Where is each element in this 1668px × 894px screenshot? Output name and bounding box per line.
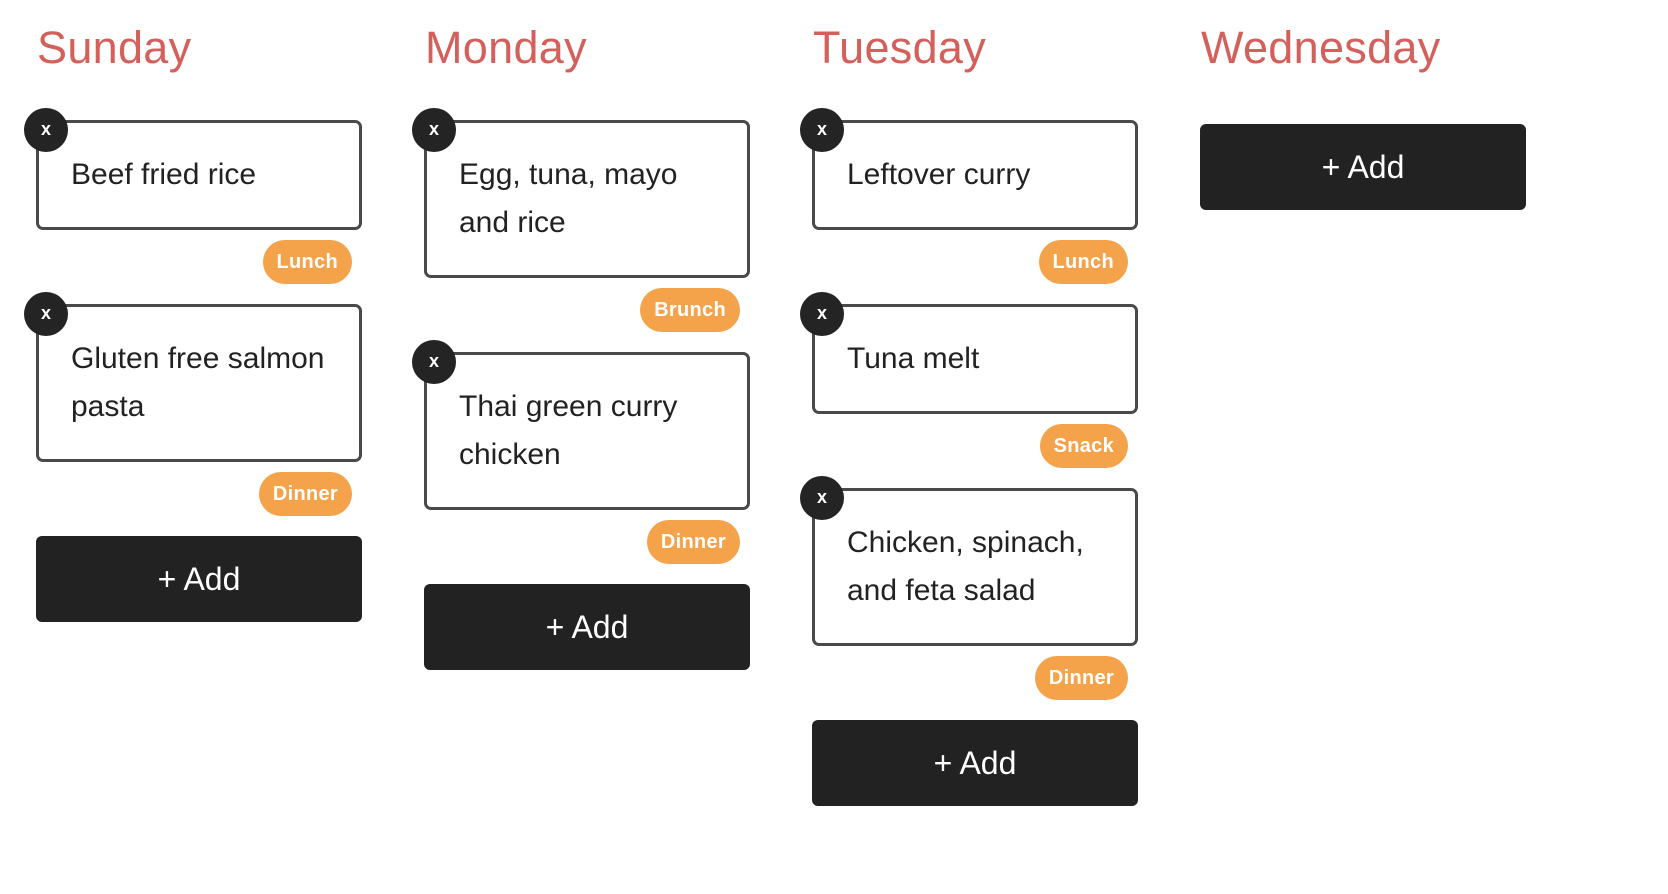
day-title: Wednesday (1201, 22, 1441, 73)
meal-type-badge: Lunch (1038, 240, 1128, 284)
meal-name: Egg, tuna, mayo and rice (459, 158, 678, 239)
meal-name: Tuna melt (847, 342, 980, 375)
meal-name: Chicken, spinach, and feta salad (847, 526, 1084, 607)
meal-type-badge: Dinner (258, 472, 352, 516)
add-meal-button[interactable]: + Add (36, 536, 362, 622)
day-title: Monday (425, 22, 587, 73)
remove-meal-button[interactable]: x (412, 340, 456, 384)
meal-item: Tuna melt x Snack (800, 292, 1138, 468)
meal-card[interactable]: Chicken, spinach, and feta salad (812, 488, 1138, 646)
remove-meal-button[interactable]: x (800, 108, 844, 152)
meal-name: Gluten free salmon pasta (71, 342, 325, 423)
meal-card[interactable]: Leftover curry (812, 120, 1138, 230)
meal-type-badge: Lunch (262, 240, 352, 284)
remove-meal-button[interactable]: x (24, 292, 68, 336)
meal-card[interactable]: Thai green curry chicken (424, 352, 750, 510)
meal-type-badge: Brunch (640, 288, 740, 332)
remove-meal-button[interactable]: x (800, 292, 844, 336)
remove-meal-button[interactable]: x (24, 108, 68, 152)
meal-list: Beef fried rice x Lunch Gluten free salm… (24, 108, 362, 622)
meal-type-badge: Dinner (1034, 656, 1128, 700)
meal-item: Chicken, spinach, and feta salad x Dinne… (800, 476, 1138, 700)
meal-card[interactable]: Beef fried rice (36, 120, 362, 230)
meal-name: Beef fried rice (71, 158, 257, 191)
meal-list: + Add (1200, 120, 1526, 210)
meal-item: Gluten free salmon pasta x Dinner (24, 292, 362, 516)
remove-meal-button[interactable]: x (412, 108, 456, 152)
add-meal-button[interactable]: + Add (812, 720, 1138, 806)
meal-list: Leftover curry x Lunch Tuna melt x Snack… (800, 108, 1138, 806)
meal-planner-board: Sunday Beef fried rice x Lunch Gluten fr… (0, 0, 1668, 894)
meal-item: Beef fried rice x Lunch (24, 108, 362, 284)
add-meal-button[interactable]: + Add (424, 584, 750, 670)
meal-item: Leftover curry x Lunch (800, 108, 1138, 284)
meal-name: Thai green curry chicken (459, 390, 678, 471)
day-title: Sunday (37, 22, 192, 73)
meal-card[interactable]: Egg, tuna, mayo and rice (424, 120, 750, 278)
meal-list: Egg, tuna, mayo and rice x Brunch Thai g… (412, 108, 750, 670)
meal-card[interactable]: Gluten free salmon pasta (36, 304, 362, 462)
add-meal-button[interactable]: + Add (1200, 124, 1526, 210)
day-title: Tuesday (813, 22, 987, 73)
meal-name: Leftover curry (847, 158, 1031, 191)
remove-meal-button[interactable]: x (800, 476, 844, 520)
meal-type-badge: Snack (1039, 424, 1128, 468)
meal-card[interactable]: Tuna melt (812, 304, 1138, 414)
meal-item: Thai green curry chicken x Dinner (412, 340, 750, 564)
meal-type-badge: Dinner (646, 520, 740, 564)
meal-item: Egg, tuna, mayo and rice x Brunch (412, 108, 750, 332)
